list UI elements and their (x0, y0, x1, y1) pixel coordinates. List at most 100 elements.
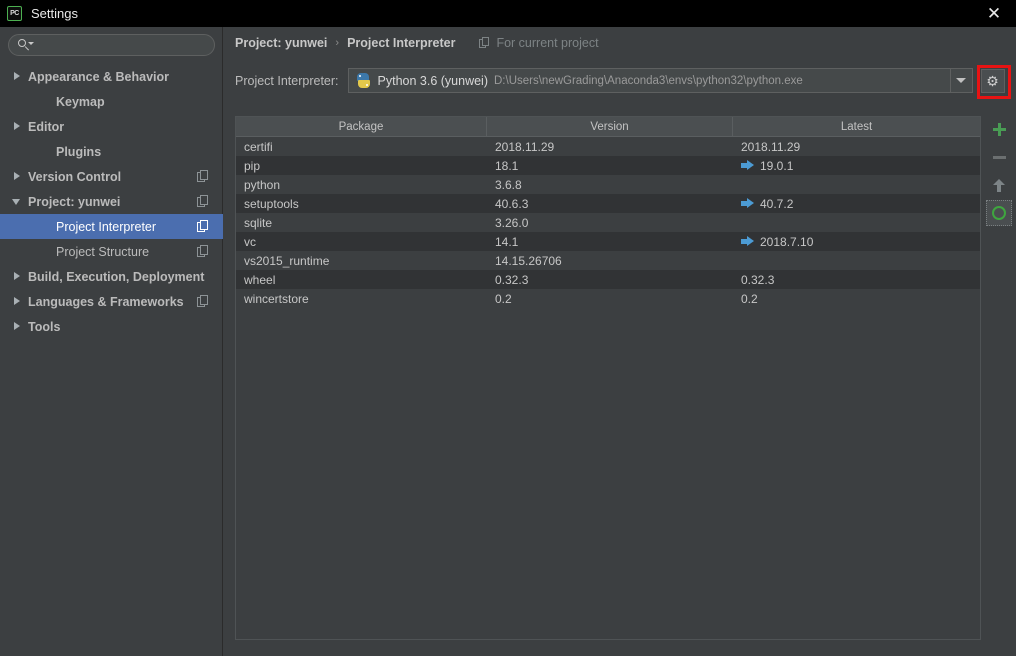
sidebar-item-label: Plugins (56, 144, 102, 159)
close-icon[interactable]: ✕ (972, 0, 1016, 27)
upgrade-package-button[interactable] (986, 172, 1012, 198)
cell-package: wincertstore (244, 291, 309, 306)
title-bar: PC Settings ✕ (0, 0, 1016, 27)
sidebar-item-keymap[interactable]: Keymap (0, 89, 223, 114)
cell-latest (733, 213, 980, 232)
cell-latest (733, 251, 980, 270)
cell-latest (733, 175, 980, 194)
cell-version: 14.15.26706 (495, 253, 562, 268)
interpreter-select[interactable]: Python 3.6 (yunwei) D:\Users\newGrading\… (347, 68, 973, 93)
window-title: Settings (31, 6, 78, 21)
circle-icon (992, 206, 1006, 220)
cell-package: python (244, 177, 281, 192)
cell-version: 18.1 (495, 158, 519, 173)
cell-latest-text: 0.2 (741, 291, 758, 306)
cell-package: wheel (244, 272, 276, 287)
sidebar-item-label: Project: yunwei (28, 194, 121, 209)
upgrade-arrow-icon[interactable] (741, 198, 754, 209)
plus-icon (992, 122, 1006, 136)
copy-icon (197, 170, 209, 183)
sidebar-item-label: Editor (28, 119, 65, 134)
cell-version: 3.6.8 (495, 177, 522, 192)
chevron-down-icon[interactable] (12, 196, 23, 207)
remove-package-button[interactable] (986, 144, 1012, 170)
search-icon (17, 38, 34, 52)
sidebar-item-version-control[interactable]: Version Control (0, 164, 223, 189)
sidebar-item-label: Build, Execution, Deployment (28, 269, 205, 284)
pycharm-icon-text: PC (10, 10, 19, 17)
project-interpreter-pane: Project: yunwei › Project Interpreter Fo… (224, 27, 1016, 656)
sidebar-item-appearance-behavior[interactable]: Appearance & Behavior (0, 64, 223, 89)
sidebar-item-project-yunwei[interactable]: Project: yunwei (0, 189, 223, 214)
pycharm-icon: PC (7, 6, 22, 21)
table-row[interactable]: vc 14.1 2018.7.10 (236, 232, 980, 251)
cell-latest: 0.32.3 (733, 270, 980, 289)
interpreter-label: Project Interpreter: (235, 73, 339, 88)
copy-icon (197, 220, 209, 233)
chevron-right-icon[interactable] (12, 171, 23, 182)
sidebar-item-build-execution-deployment[interactable]: Build, Execution, Deployment (0, 264, 223, 289)
cell-package: vs2015_runtime (244, 253, 330, 268)
cell-version: 3.26.0 (495, 215, 529, 230)
upgrade-arrow-icon[interactable] (741, 160, 754, 171)
sidebar-item-label: Project Interpreter (56, 219, 157, 234)
copy-icon (479, 37, 490, 49)
column-header-version[interactable]: Version (487, 117, 733, 137)
column-header-package[interactable]: Package (236, 117, 487, 137)
search-input[interactable] (33, 38, 214, 52)
cell-latest: 19.0.1 (733, 156, 980, 175)
table-row[interactable]: sqlite 3.26.0 (236, 213, 980, 232)
interpreter-settings-gear-button[interactable]: ⚙ (976, 64, 1011, 99)
cell-version: 40.6.3 (495, 196, 529, 211)
sidebar-item-project-structure[interactable]: Project Structure (0, 239, 223, 264)
sidebar-item-label: Appearance & Behavior (28, 69, 170, 84)
table-row[interactable]: wincertstore 0.2 0.2 (236, 289, 980, 308)
chevron-right-icon[interactable] (12, 321, 23, 332)
settings-dialog: Appearance & Behavior Keymap Editor Plugins… (0, 27, 1016, 656)
column-header-latest[interactable]: Latest (733, 117, 980, 137)
table-row[interactable]: certifi 2018.11.29 2018.11.29 (236, 137, 980, 156)
sidebar-item-project-interpreter[interactable]: Project Interpreter (0, 214, 223, 239)
cell-package: vc (244, 234, 256, 249)
chevron-right-icon[interactable] (12, 296, 23, 307)
show-early-releases-button[interactable] (986, 200, 1012, 226)
interpreter-name: Python 3.6 (yunwei) (377, 73, 488, 88)
add-package-button[interactable] (986, 116, 1012, 142)
sidebar-item-editor[interactable]: Editor (0, 114, 223, 139)
cell-package: pip (244, 158, 261, 173)
sidebar-item-label: Project Structure (56, 244, 150, 259)
table-row[interactable]: pip 18.1 19.0.1 (236, 156, 980, 175)
sidebar-item-label: Languages & Frameworks (28, 294, 184, 309)
cell-package: sqlite (244, 215, 273, 230)
sidebar-item-plugins[interactable]: Plugins (0, 139, 223, 164)
minus-icon (992, 155, 1006, 159)
sidebar-item-tools[interactable]: Tools (0, 314, 223, 339)
cell-latest: 2018.7.10 (733, 232, 980, 251)
for-current-project-note: For current project (479, 36, 599, 50)
chevron-down-icon[interactable] (949, 69, 972, 92)
cell-latest-text: 19.0.1 (760, 158, 794, 173)
upgrade-arrow-icon[interactable] (741, 236, 754, 247)
table-row[interactable]: wheel 0.32.3 0.32.3 (236, 270, 980, 289)
chevron-right-icon[interactable] (12, 121, 23, 132)
cell-latest-text: 40.7.2 (760, 196, 794, 211)
python-icon (356, 73, 371, 88)
cell-version: 0.2 (495, 291, 512, 306)
cell-package: setuptools (244, 196, 299, 211)
table-row[interactable]: vs2015_runtime 14.15.26706 (236, 251, 980, 270)
table-row[interactable]: setuptools 40.6.3 40.7.2 (236, 194, 980, 213)
breadcrumb-parent[interactable]: Project: yunwei (235, 36, 327, 50)
chevron-right-icon[interactable] (12, 71, 23, 82)
cell-latest: 0.2 (733, 289, 980, 308)
arrow-up-icon (993, 178, 1005, 192)
sidebar-item-languages-frameworks[interactable]: Languages & Frameworks (0, 289, 223, 314)
table-row[interactable]: python 3.6.8 (236, 175, 980, 194)
cell-latest: 2018.11.29 (733, 137, 980, 156)
chevron-right-icon[interactable] (12, 271, 23, 282)
search-box[interactable] (8, 34, 215, 56)
cell-version: 0.32.3 (495, 272, 529, 287)
copy-icon (197, 195, 209, 208)
